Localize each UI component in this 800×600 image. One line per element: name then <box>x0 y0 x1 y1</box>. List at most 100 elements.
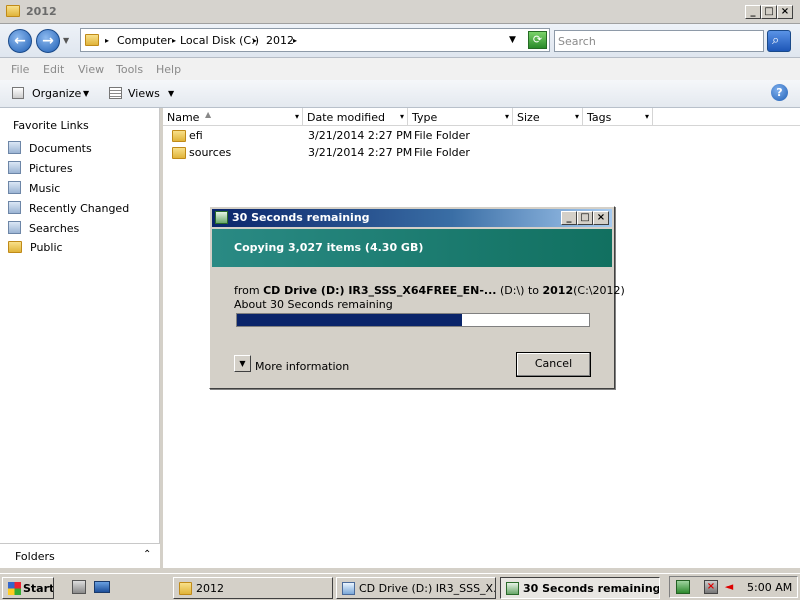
task-explorer-2012[interactable]: 2012 <box>173 577 333 599</box>
table-row[interactable]: sources 3/21/2014 2:27 PM File Folder <box>163 144 800 161</box>
file-name: efi <box>189 129 203 142</box>
task-copy-progress[interactable]: 30 Seconds remaining <box>500 577 660 599</box>
dialog-maximize-button[interactable]: □ <box>577 211 593 225</box>
menu-edit[interactable]: Edit <box>43 63 64 76</box>
views-button[interactable]: Views <box>128 87 160 100</box>
views-icon <box>109 87 122 99</box>
column-tags[interactable]: Tags ▾ <box>583 108 653 126</box>
start-label: Start <box>23 582 54 595</box>
sidebar-item-searches[interactable]: Searches <box>8 221 79 237</box>
menu-file[interactable]: File <box>11 63 29 76</box>
show-desktop-icon[interactable] <box>94 581 110 593</box>
column-filter-icon[interactable]: ▾ <box>572 110 582 124</box>
column-filter-icon[interactable]: ▾ <box>502 110 512 124</box>
refresh-icon[interactable]: ⟳ <box>528 31 547 49</box>
server-manager-icon[interactable] <box>72 580 86 594</box>
window-titlebar[interactable]: 2012 _ □ × <box>0 0 800 24</box>
views-dropdown-icon[interactable]: ▼ <box>168 89 174 98</box>
column-header-row: Name ▲ ▾ Date modified ▾ Type ▾ Size ▾ Tags ▾ <box>163 108 800 126</box>
column-size[interactable]: Size ▾ <box>513 108 583 126</box>
maximize-button[interactable]: □ <box>761 5 777 19</box>
dialog-titlebar[interactable]: 30 Seconds remaining _ □ × <box>212 209 612 227</box>
column-type[interactable]: Type ▾ <box>408 108 513 126</box>
breadcrumb-local-disk[interactable]: Local Disk (C:) <box>180 34 259 47</box>
menu-view[interactable]: View <box>78 63 104 76</box>
column-type-label: Type <box>412 111 438 124</box>
file-name: sources <box>189 146 232 159</box>
column-size-label: Size <box>517 111 540 124</box>
sidebar-item-recently-changed[interactable]: Recently Changed <box>8 201 129 217</box>
close-button[interactable]: × <box>777 5 793 19</box>
breadcrumb-2012[interactable]: 2012 <box>266 34 294 47</box>
clock[interactable]: 5:00 AM <box>747 581 792 594</box>
table-row[interactable]: efi 3/21/2014 2:27 PM File Folder <box>163 127 800 144</box>
column-filter-icon[interactable]: ▾ <box>642 110 652 124</box>
minimize-button[interactable]: _ <box>745 5 761 19</box>
dialog-title: 30 Seconds remaining <box>232 211 370 224</box>
breadcrumb-chevron-icon[interactable]: ▸ <box>172 36 176 45</box>
sidebar-item-pictures[interactable]: Pictures <box>8 161 73 177</box>
folders-toggle[interactable]: Folders ⌃ <box>0 543 160 568</box>
address-dropdown-icon[interactable]: ▼ <box>509 35 516 45</box>
dialog-body: from CD Drive (D:) IR3_SSS_X64FREE_EN-..… <box>212 267 625 386</box>
column-name[interactable]: Name ▲ ▾ <box>163 108 303 126</box>
sidebar-item-label: Public <box>30 241 63 254</box>
address-bar[interactable]: ▸ Computer ▸ Local Disk (C:) ▸ 2012 ▸ ▼ … <box>80 28 550 52</box>
menu-bar: File Edit View Tools Help <box>0 58 800 80</box>
sidebar-item-label: Recently Changed <box>29 202 130 215</box>
from-label: from <box>234 284 260 297</box>
sidebar-item-music[interactable]: Music <box>8 181 60 197</box>
sidebar-item-label: Searches <box>29 222 80 235</box>
navigation-pane: Favorite Links Documents Pictures Music … <box>0 108 160 568</box>
menu-help[interactable]: Help <box>156 63 181 76</box>
breadcrumb-chevron-icon[interactable]: ▸ <box>253 36 257 45</box>
breadcrumb-chevron-icon[interactable]: ▸ <box>105 36 109 45</box>
column-date-modified[interactable]: Date modified ▾ <box>303 108 408 126</box>
sidebar-item-label: Pictures <box>29 162 73 175</box>
history-dropdown-icon[interactable]: ▼ <box>63 36 69 45</box>
organize-dropdown-icon[interactable]: ▼ <box>83 89 89 98</box>
column-filter-icon[interactable]: ▾ <box>292 110 302 124</box>
file-type: File Folder <box>414 129 470 142</box>
breadcrumb-chevron-icon[interactable]: ▸ <box>293 36 297 45</box>
time-remaining: About 30 Seconds remaining <box>234 298 393 311</box>
folder-icon <box>85 34 99 46</box>
volume-muted-icon[interactable]: ◄ <box>722 580 736 594</box>
menu-tools[interactable]: Tools <box>116 63 143 76</box>
help-icon[interactable]: ? <box>771 84 788 101</box>
breadcrumb-computer[interactable]: Computer <box>117 34 172 47</box>
recent-icon <box>8 201 21 214</box>
chevron-up-icon: ⌃ <box>143 549 152 560</box>
copy-progress-dialog: 30 Seconds remaining _ □ × Copying 3,027… <box>209 206 625 389</box>
forward-button[interactable]: → <box>36 29 60 53</box>
dialog-header: Copying 3,027 items (4.30 GB) <box>212 229 612 267</box>
dialog-close-button[interactable]: × <box>593 211 609 225</box>
folder-icon <box>172 130 186 142</box>
more-information-link[interactable]: More information <box>255 360 349 373</box>
organize-button[interactable]: Organize <box>32 87 81 100</box>
folders-label: Folders <box>15 550 55 563</box>
expand-button[interactable]: ▼ <box>234 355 251 372</box>
column-date-label: Date modified <box>307 111 385 124</box>
network-disconnected-icon[interactable]: × <box>704 580 718 594</box>
progress-fill <box>237 314 463 326</box>
back-button[interactable]: ← <box>8 29 32 53</box>
dest-path: (C:\2012) <box>573 284 625 297</box>
search-input[interactable]: Search <box>554 30 764 52</box>
column-filter-icon[interactable]: ▾ <box>397 110 407 124</box>
start-button[interactable]: Start <box>2 577 54 599</box>
sidebar-item-public[interactable]: Public <box>8 241 63 257</box>
task-cd-drive[interactable]: CD Drive (D:) IR3_SSS_X... <box>336 577 496 599</box>
to-label: to <box>527 284 539 297</box>
sidebar-item-documents[interactable]: Documents <box>8 141 92 157</box>
documents-icon <box>8 141 21 154</box>
copy-heading: Copying 3,027 items (4.30 GB) <box>234 241 424 254</box>
dialog-minimize-button[interactable]: _ <box>561 211 577 225</box>
cancel-button[interactable]: Cancel <box>516 352 591 377</box>
task-label: 2012 <box>196 582 224 595</box>
file-date: 3/21/2014 2:27 PM <box>308 146 413 159</box>
dest-name: 2012 <box>542 284 574 297</box>
security-icon[interactable] <box>676 580 690 594</box>
search-button[interactable]: ⌕ <box>767 30 791 52</box>
organize-icon <box>12 87 24 99</box>
